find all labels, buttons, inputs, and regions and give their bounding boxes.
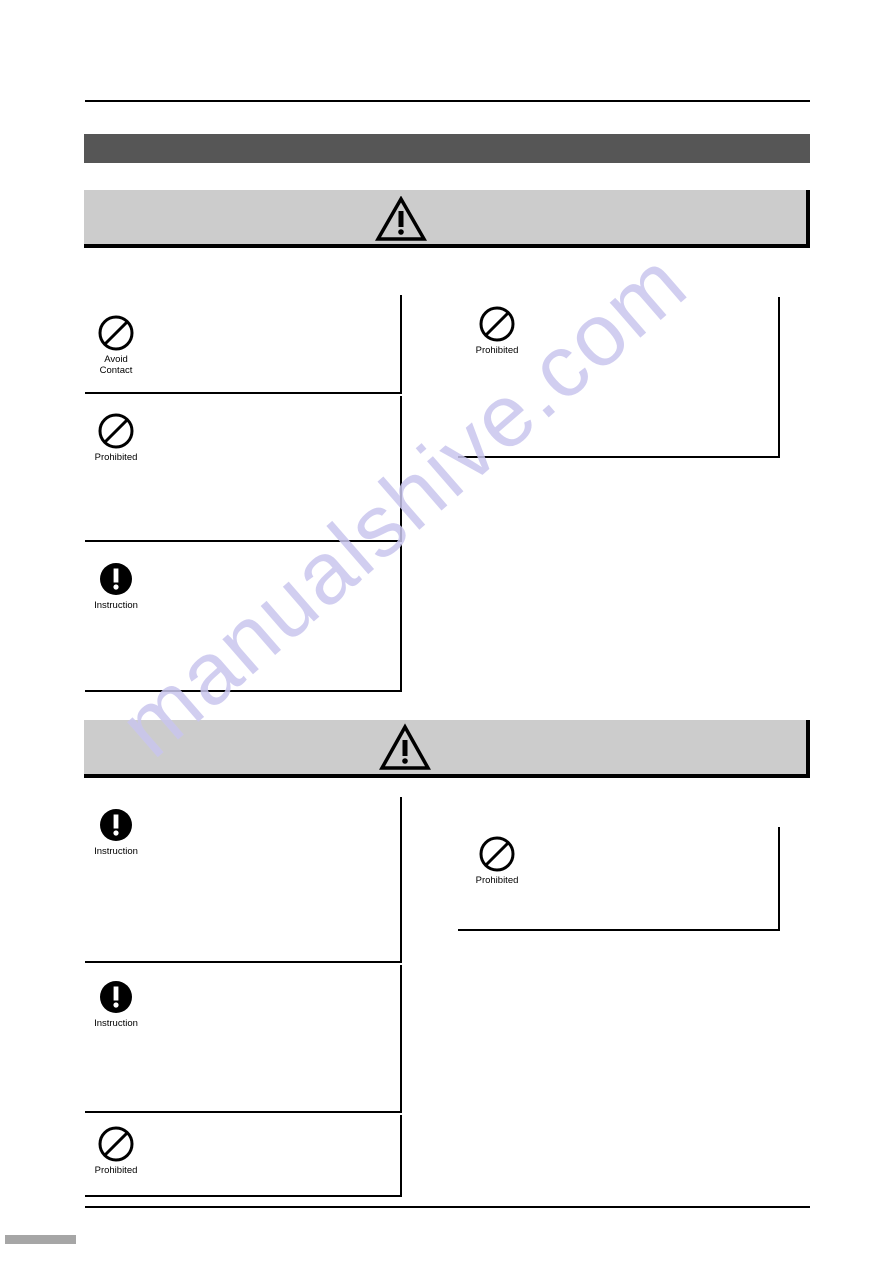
box-right-edge bbox=[778, 297, 780, 458]
icon-caption: Prohibited bbox=[94, 452, 138, 463]
icon-caption: Prohibited bbox=[475, 345, 519, 356]
avoid-contact-icon: Avoid Contact bbox=[85, 314, 147, 376]
prohibited-icon: Prohibited bbox=[85, 412, 147, 463]
safety-box: Instruction bbox=[85, 797, 402, 963]
box-bottom-edge bbox=[85, 1195, 402, 1197]
box-right-edge bbox=[778, 827, 780, 931]
page-marker-tab bbox=[5, 1235, 76, 1244]
box-bottom-edge bbox=[85, 392, 402, 394]
instruction-icon: Instruction bbox=[85, 560, 147, 611]
footer-rule bbox=[85, 1206, 810, 1208]
warning-triangle-icon bbox=[375, 196, 427, 242]
box-bottom-edge bbox=[458, 929, 780, 931]
box-bottom-edge bbox=[85, 961, 402, 963]
caution-banner bbox=[84, 720, 810, 778]
icon-caption: Instruction bbox=[94, 846, 138, 857]
box-bottom-edge bbox=[85, 540, 402, 542]
safety-box: Prohibited bbox=[458, 827, 780, 931]
safety-box: Prohibited bbox=[458, 297, 780, 458]
instruction-icon: Instruction bbox=[85, 978, 147, 1029]
icon-caption: Instruction bbox=[94, 1018, 138, 1029]
safety-box: Instruction bbox=[85, 965, 402, 1113]
section-header-band bbox=[84, 134, 810, 163]
box-right-edge bbox=[400, 797, 402, 963]
prohibited-icon: Prohibited bbox=[466, 305, 528, 356]
box-right-edge bbox=[400, 1115, 402, 1197]
instruction-icon: Instruction bbox=[85, 806, 147, 857]
prohibited-icon: Prohibited bbox=[466, 835, 528, 886]
box-bottom-edge bbox=[85, 690, 402, 692]
warning-triangle-icon bbox=[379, 723, 431, 771]
safety-box: Instruction bbox=[85, 544, 402, 692]
safety-box: Avoid Contact bbox=[85, 295, 402, 394]
safety-box: Prohibited bbox=[85, 396, 402, 542]
manual-safety-page: Avoid Contact Prohibited Instruction Pro… bbox=[0, 0, 893, 1263]
box-right-edge bbox=[400, 295, 402, 394]
prohibited-icon: Prohibited bbox=[85, 1125, 147, 1176]
box-right-edge bbox=[400, 396, 402, 542]
icon-caption: Instruction bbox=[94, 600, 138, 611]
icon-caption: Avoid Contact bbox=[99, 354, 133, 376]
box-bottom-edge bbox=[458, 456, 780, 458]
box-right-edge bbox=[400, 965, 402, 1113]
box-right-edge bbox=[400, 544, 402, 692]
warning-banner bbox=[84, 190, 810, 248]
safety-box: Prohibited bbox=[85, 1115, 402, 1197]
header-rule bbox=[85, 100, 810, 102]
icon-caption: Prohibited bbox=[94, 1165, 138, 1176]
box-bottom-edge bbox=[85, 1111, 402, 1113]
icon-caption: Prohibited bbox=[475, 875, 519, 886]
